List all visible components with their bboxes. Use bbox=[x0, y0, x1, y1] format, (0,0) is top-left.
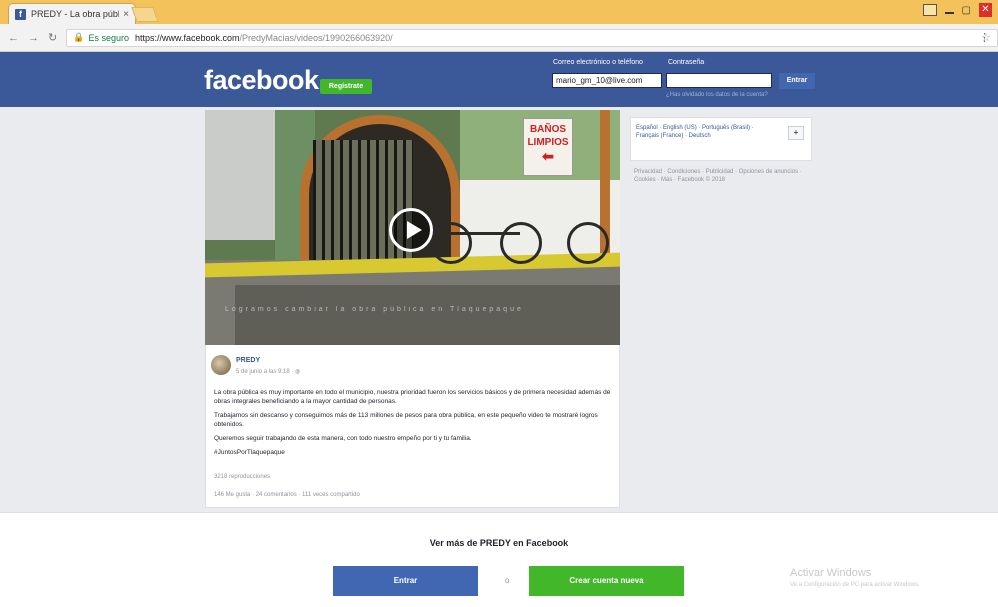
windows-activation-title: Activar Windows bbox=[790, 567, 872, 579]
language-selector: Español · English (US) · Português (Bras… bbox=[630, 117, 812, 161]
post-card: PREDY 5 de junio a las 9:18 · ◍ La obra … bbox=[205, 345, 620, 508]
url-host: https://www.facebook.com bbox=[134, 32, 240, 43]
globe-icon: · ◍ bbox=[291, 369, 301, 375]
footer-links[interactable]: Privacidad · Condiciones · Publicidad · … bbox=[634, 168, 810, 184]
login-button-bottom[interactable]: Entrar bbox=[333, 566, 478, 596]
facebook-logo[interactable]: facebook bbox=[204, 65, 319, 96]
maximize-icon[interactable]: ▢ bbox=[962, 5, 971, 16]
new-tab-button[interactable] bbox=[131, 7, 159, 22]
create-account-button[interactable]: Crear cuenta nueva bbox=[529, 566, 684, 596]
reproductions-count: 3218 reproducciones bbox=[214, 474, 271, 480]
language-links[interactable]: Español · English (US) · Português (Bras… bbox=[636, 124, 776, 140]
sign-arrow-icon: ⬅ bbox=[542, 148, 554, 164]
post-stats[interactable]: 146 Me gusta · 24 comentarios · 111 vece… bbox=[214, 492, 360, 498]
post-paragraph: Trabajamos sin descanso y conseguimos má… bbox=[214, 412, 598, 428]
bicycle-wheel bbox=[567, 222, 609, 264]
password-label: Contraseña bbox=[668, 59, 705, 66]
close-window-icon[interactable]: ✕ bbox=[979, 3, 992, 17]
password-field[interactable] bbox=[666, 73, 772, 88]
post-hashtag[interactable]: #JuntosPorTlaquepaque bbox=[214, 448, 614, 457]
browser-menu-icon[interactable]: ⋮ bbox=[979, 31, 990, 44]
post-date[interactable]: 5 de junio a las 9:18 · ◍ bbox=[236, 368, 300, 375]
user-profile-icon[interactable] bbox=[922, 4, 937, 16]
post-paragraph: Queremos seguir trabajando de esta maner… bbox=[214, 435, 472, 442]
address-bar[interactable]: 🔒 Es seguro https://www.facebook.com /Pr… bbox=[66, 28, 998, 47]
bicycle-wheel bbox=[430, 222, 472, 264]
url-path: /PredyMacias/videos/1990266063920/ bbox=[239, 32, 393, 43]
post-text: La obra pública es muy importante en tod… bbox=[214, 388, 614, 462]
back-icon[interactable]: ← bbox=[8, 32, 19, 44]
bicycle-wheel bbox=[500, 222, 542, 264]
login-button[interactable]: Entrar bbox=[779, 73, 815, 89]
video-frame-sign: BAÑOS LIMPIOS ⬅ bbox=[523, 118, 573, 176]
sign-line-1: BAÑOS bbox=[529, 124, 567, 135]
post-date-text: 5 de junio a las 9:18 bbox=[236, 369, 290, 375]
secure-label: Es seguro bbox=[88, 32, 129, 43]
facebook-header bbox=[0, 52, 998, 107]
window-controls: ▢ ✕ bbox=[922, 3, 992, 17]
browser-tabstrip: f PREDY - La obra pública ... × ▢ ✕ bbox=[0, 0, 998, 24]
minimize-icon[interactable] bbox=[944, 12, 954, 14]
browser-tab[interactable]: f PREDY - La obra pública ... × bbox=[8, 3, 136, 24]
tab-close-icon[interactable]: × bbox=[123, 9, 129, 20]
or-separator: o bbox=[505, 576, 510, 585]
reload-icon[interactable]: ↻ bbox=[48, 31, 57, 44]
email-field[interactable] bbox=[552, 73, 662, 88]
facebook-favicon-icon: f bbox=[15, 8, 26, 20]
avatar[interactable] bbox=[211, 355, 231, 375]
lock-icon: 🔒 bbox=[73, 32, 85, 42]
video-frame-sky bbox=[205, 110, 275, 240]
play-icon[interactable] bbox=[389, 208, 433, 252]
email-label: Correo electrónico o teléfono bbox=[553, 59, 643, 66]
tab-title: PREDY - La obra pública ... bbox=[31, 9, 119, 19]
post-paragraph: La obra pública es muy importante en tod… bbox=[214, 389, 611, 405]
login-prompt-bar bbox=[0, 512, 998, 607]
bicycle-frame bbox=[450, 232, 520, 235]
forgot-account-link[interactable]: ¿Has olvidado los datos de la cuenta? bbox=[666, 92, 768, 98]
video-caption: Logramos cambiar la obra pública en Tlaq… bbox=[225, 306, 524, 313]
forward-icon[interactable]: → bbox=[28, 32, 39, 44]
browser-toolbar: ← → ↻ 🔒 Es seguro https://www.facebook.c… bbox=[0, 24, 998, 52]
signup-button[interactable]: Regístrate bbox=[320, 79, 372, 94]
windows-activation-subtitle: Ve a Configuración de PC para activar Wi… bbox=[790, 582, 920, 588]
add-language-button[interactable]: + bbox=[788, 126, 804, 140]
see-more-text: Ver más de PREDY en Facebook bbox=[429, 538, 569, 548]
post-author[interactable]: PREDY bbox=[236, 357, 260, 364]
